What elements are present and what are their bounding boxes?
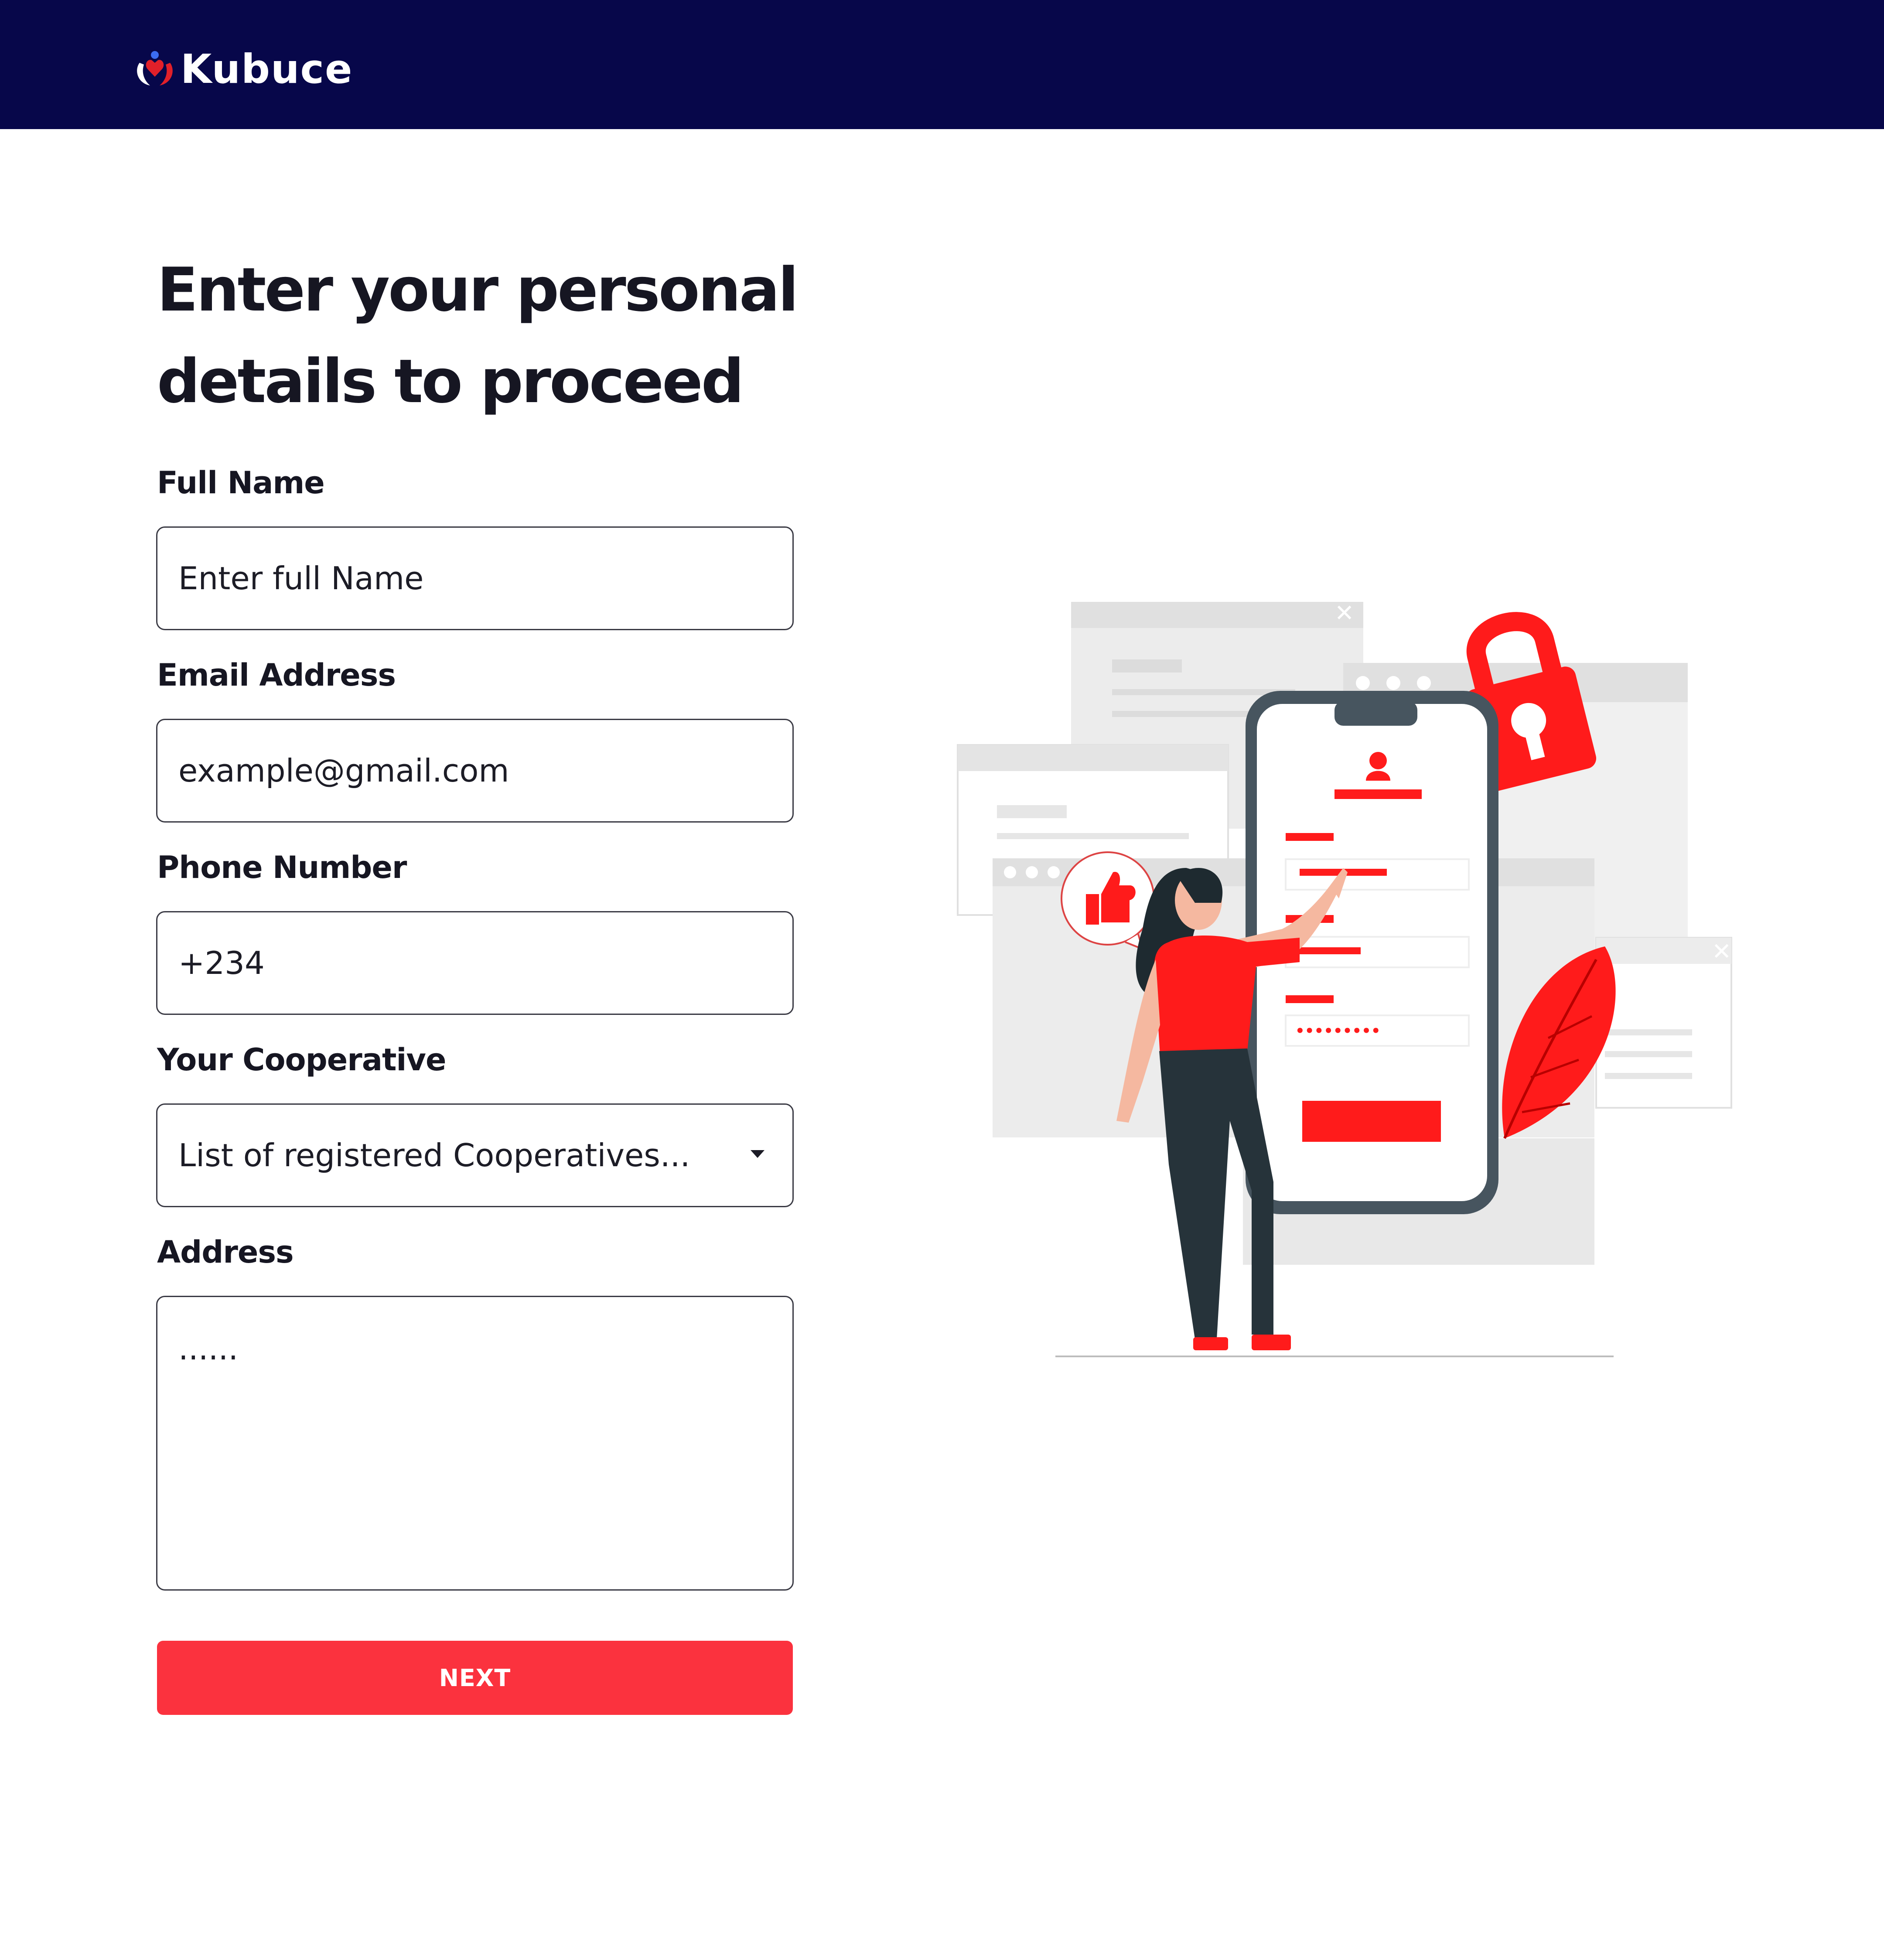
login-security-illustration: ✕ ✕ ••••••••• — [957, 599, 1732, 1357]
email-input[interactable]: example@gmail.com — [156, 719, 794, 823]
caret-down-icon — [751, 1150, 765, 1158]
next-button[interactable]: NEXT — [157, 1641, 793, 1715]
phone-label: Phone Number — [157, 850, 407, 885]
phone-input[interactable]: +234 — [156, 911, 794, 1015]
address-label: Address — [157, 1234, 294, 1270]
hands-heart-logo-icon — [137, 51, 173, 85]
page-title: Enter your personal details to proceed — [157, 255, 799, 417]
cooperative-selected-value: List of registered Cooperatives... — [178, 1137, 690, 1174]
svg-text:✕: ✕ — [1334, 599, 1354, 627]
email-placeholder: example@gmail.com — [178, 752, 509, 789]
email-label: Email Address — [157, 657, 396, 693]
phone-value: +234 — [178, 945, 265, 981]
full-name-input[interactable]: Enter full Name — [156, 526, 794, 630]
svg-text:✕: ✕ — [1712, 938, 1731, 965]
full-name-label: Full Name — [157, 465, 325, 501]
top-nav-bar: Kubuce — [0, 0, 1884, 129]
address-placeholder: ...... — [178, 1330, 239, 1367]
cooperative-select[interactable]: List of registered Cooperatives... — [156, 1103, 794, 1207]
cooperative-label: Your Cooperative — [157, 1042, 447, 1078]
address-textarea[interactable]: ...... — [156, 1296, 794, 1591]
brand-name: Kubuce — [181, 46, 353, 92]
brand-logo[interactable]: Kubuce — [131, 45, 353, 93]
password-dots: ••••••••• — [1295, 1022, 1381, 1040]
full-name-placeholder: Enter full Name — [178, 560, 424, 597]
